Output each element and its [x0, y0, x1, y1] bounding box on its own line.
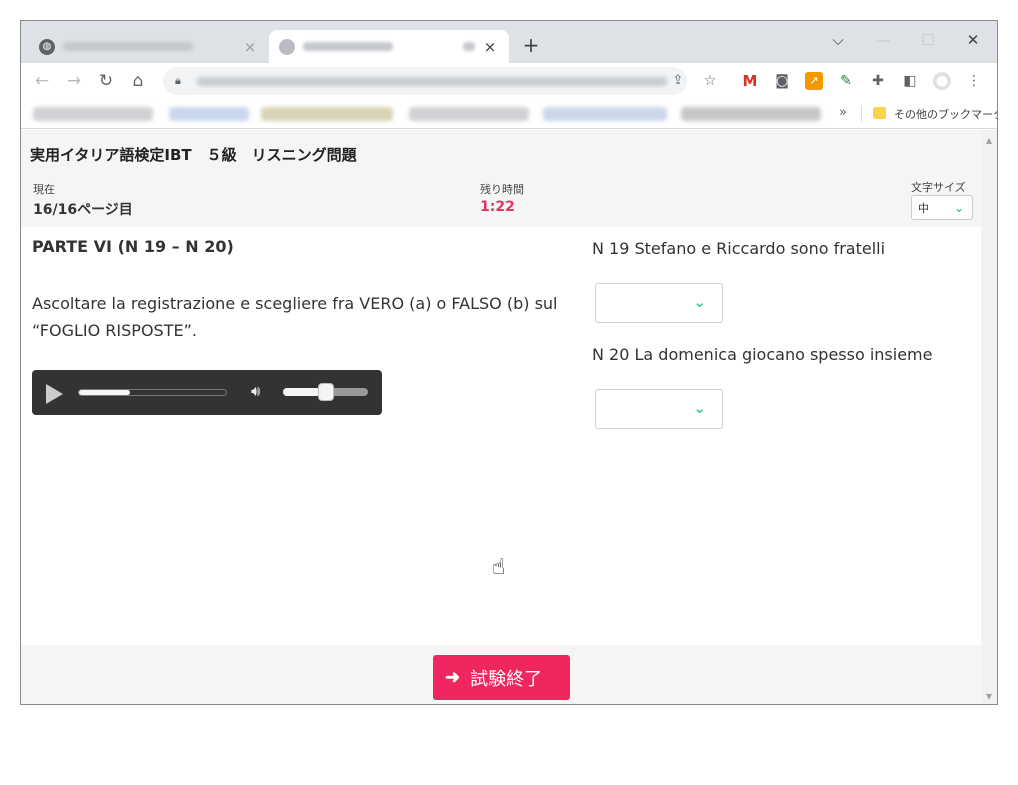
folder-icon — [873, 107, 886, 119]
side-panel-icon[interactable]: ◧ — [901, 72, 919, 90]
gmail-extension-icon[interactable]: M — [741, 72, 759, 90]
tab-strip: ◍ × × + ⌵ — ☐ ✕ — [21, 21, 997, 63]
menu-kebab-icon[interactable]: ⋮ — [965, 72, 983, 90]
exam-content: PARTE VI (N 19 – N 20) Ascoltare la regi… — [21, 227, 981, 645]
volume-slider[interactable] — [283, 383, 368, 401]
tab-title-redacted — [63, 42, 193, 51]
bookmarks-overflow-button[interactable]: » — [839, 105, 847, 120]
audio-player: 🔊︎ — [32, 370, 382, 415]
maximize-button[interactable]: ☐ — [906, 27, 950, 53]
hand-cursor-icon: ☝ — [492, 555, 506, 580]
current-page-label: 現在 — [33, 183, 55, 196]
audio-progress-fill — [79, 390, 131, 395]
profile-avatar-icon[interactable]: ● — [933, 72, 951, 90]
url-redacted — [197, 76, 667, 86]
finish-exam-label: 試験終了 — [470, 668, 543, 689]
exam-header: 実用イタリア語検定IBT ５級 リスニング問題 現在 16/16ページ目 残り時… — [21, 130, 981, 227]
new-tab-button[interactable]: + — [519, 33, 543, 57]
tab-audio-indicator — [463, 42, 475, 51]
scroll-down-arrow-icon[interactable]: ▼ — [981, 690, 997, 704]
chart-extension-icon[interactable]: ↗ — [805, 72, 823, 90]
lock-icon: 🔒︎ — [175, 74, 181, 87]
bookmarks-bar: » その他のブックマーク — [21, 99, 997, 129]
page-scrollbar[interactable]: ▲ ▼ — [981, 130, 997, 704]
reload-button[interactable]: ↻ — [93, 68, 119, 94]
answer-select-n20[interactable]: ⌄ — [595, 389, 723, 429]
bookmark-item-redacted[interactable] — [169, 107, 249, 121]
site-favicon-icon — [279, 38, 295, 55]
bookmark-item-redacted[interactable] — [409, 107, 529, 121]
bookmark-star-icon[interactable]: ☆ — [701, 72, 719, 90]
answer-select-n19[interactable]: ⌄ — [595, 283, 723, 323]
bookmark-item-redacted[interactable] — [543, 107, 667, 121]
part-title: PARTE VI (N 19 – N 20) — [32, 237, 234, 256]
camera-extension-icon[interactable]: ◙ — [773, 72, 791, 90]
exam-page: 実用イタリア語検定IBT ５級 リスニング問題 現在 16/16ページ目 残り時… — [21, 130, 981, 704]
page-viewport: 実用イタリア語検定IBT ５級 リスニング問題 現在 16/16ページ目 残り時… — [21, 130, 997, 704]
browser-window: ◍ × × + ⌵ — ☐ ✕ ← → ↻ ⌂ 🔒︎ ⇪ ☆ M ◙ ↗ ✎ ✚… — [20, 20, 998, 705]
time-remaining-label: 残り時間 — [480, 183, 524, 196]
current-page-value: 16/16ページ目 — [33, 202, 133, 218]
tab-search-icon[interactable]: ⌵ — [816, 27, 860, 53]
close-window-button[interactable]: ✕ — [951, 27, 995, 53]
chevron-down-icon: ⌄ — [693, 293, 706, 311]
time-remaining-value: 1:22 — [480, 199, 515, 215]
browser-toolbar: ← → ↻ ⌂ 🔒︎ ⇪ ☆ M ◙ ↗ ✎ ✚ ◧ ● ⋮ — [21, 63, 997, 99]
pen-extension-icon[interactable]: ✎ — [837, 72, 855, 90]
font-size-value: 中 — [918, 201, 929, 215]
font-size-select[interactable]: 中 ⌄ — [911, 195, 973, 220]
address-bar[interactable]: 🔒︎ — [163, 67, 687, 95]
tab-active[interactable]: × — [269, 30, 509, 63]
scroll-up-arrow-icon[interactable]: ▲ — [981, 134, 997, 148]
bookmark-item-redacted[interactable] — [33, 107, 153, 121]
audio-progress-bar[interactable] — [78, 389, 227, 396]
other-bookmarks-link[interactable]: その他のブックマーク — [894, 106, 997, 122]
bookmark-item-redacted[interactable] — [681, 107, 821, 121]
tab-close-icon[interactable]: × — [481, 38, 499, 56]
exam-footer: ➜ 試験終了 — [21, 645, 981, 704]
finish-exam-button[interactable]: ➜ 試験終了 — [433, 655, 570, 700]
home-button[interactable]: ⌂ — [125, 68, 151, 94]
back-button[interactable]: ← — [29, 68, 55, 94]
exam-title: 実用イタリア語検定IBT ５級 リスニング問題 — [30, 146, 357, 164]
volume-icon[interactable]: 🔊︎ — [251, 382, 260, 400]
chevron-down-icon: ⌄ — [953, 200, 964, 215]
share-icon[interactable]: ⇪ — [669, 72, 687, 90]
puzzle-extensions-icon[interactable]: ✚ — [869, 72, 887, 90]
chevron-down-icon: ⌄ — [693, 399, 706, 417]
instructions-text: Ascoltare la registrazione e scegliere f… — [32, 294, 558, 340]
question-n19-label: N 19 Stefano e Riccardo sono fratelli — [592, 239, 886, 258]
question-n20-label: N 20 La domenica giocano spesso insieme — [592, 345, 933, 364]
font-size-label: 文字サイズ — [911, 181, 966, 194]
minimize-button[interactable]: — — [861, 27, 905, 53]
sign-out-icon: ➜ — [445, 667, 461, 687]
bookmarks-divider — [861, 106, 862, 122]
tab-title-redacted — [303, 42, 393, 51]
tab-close-icon[interactable]: × — [241, 38, 259, 56]
play-icon[interactable] — [46, 384, 63, 404]
forward-button[interactable]: → — [61, 68, 87, 94]
globe-icon: ◍ — [39, 38, 55, 55]
bookmark-item-redacted[interactable] — [261, 107, 393, 121]
volume-knob[interactable] — [317, 383, 334, 401]
tab-inactive[interactable]: ◍ × — [29, 30, 269, 63]
